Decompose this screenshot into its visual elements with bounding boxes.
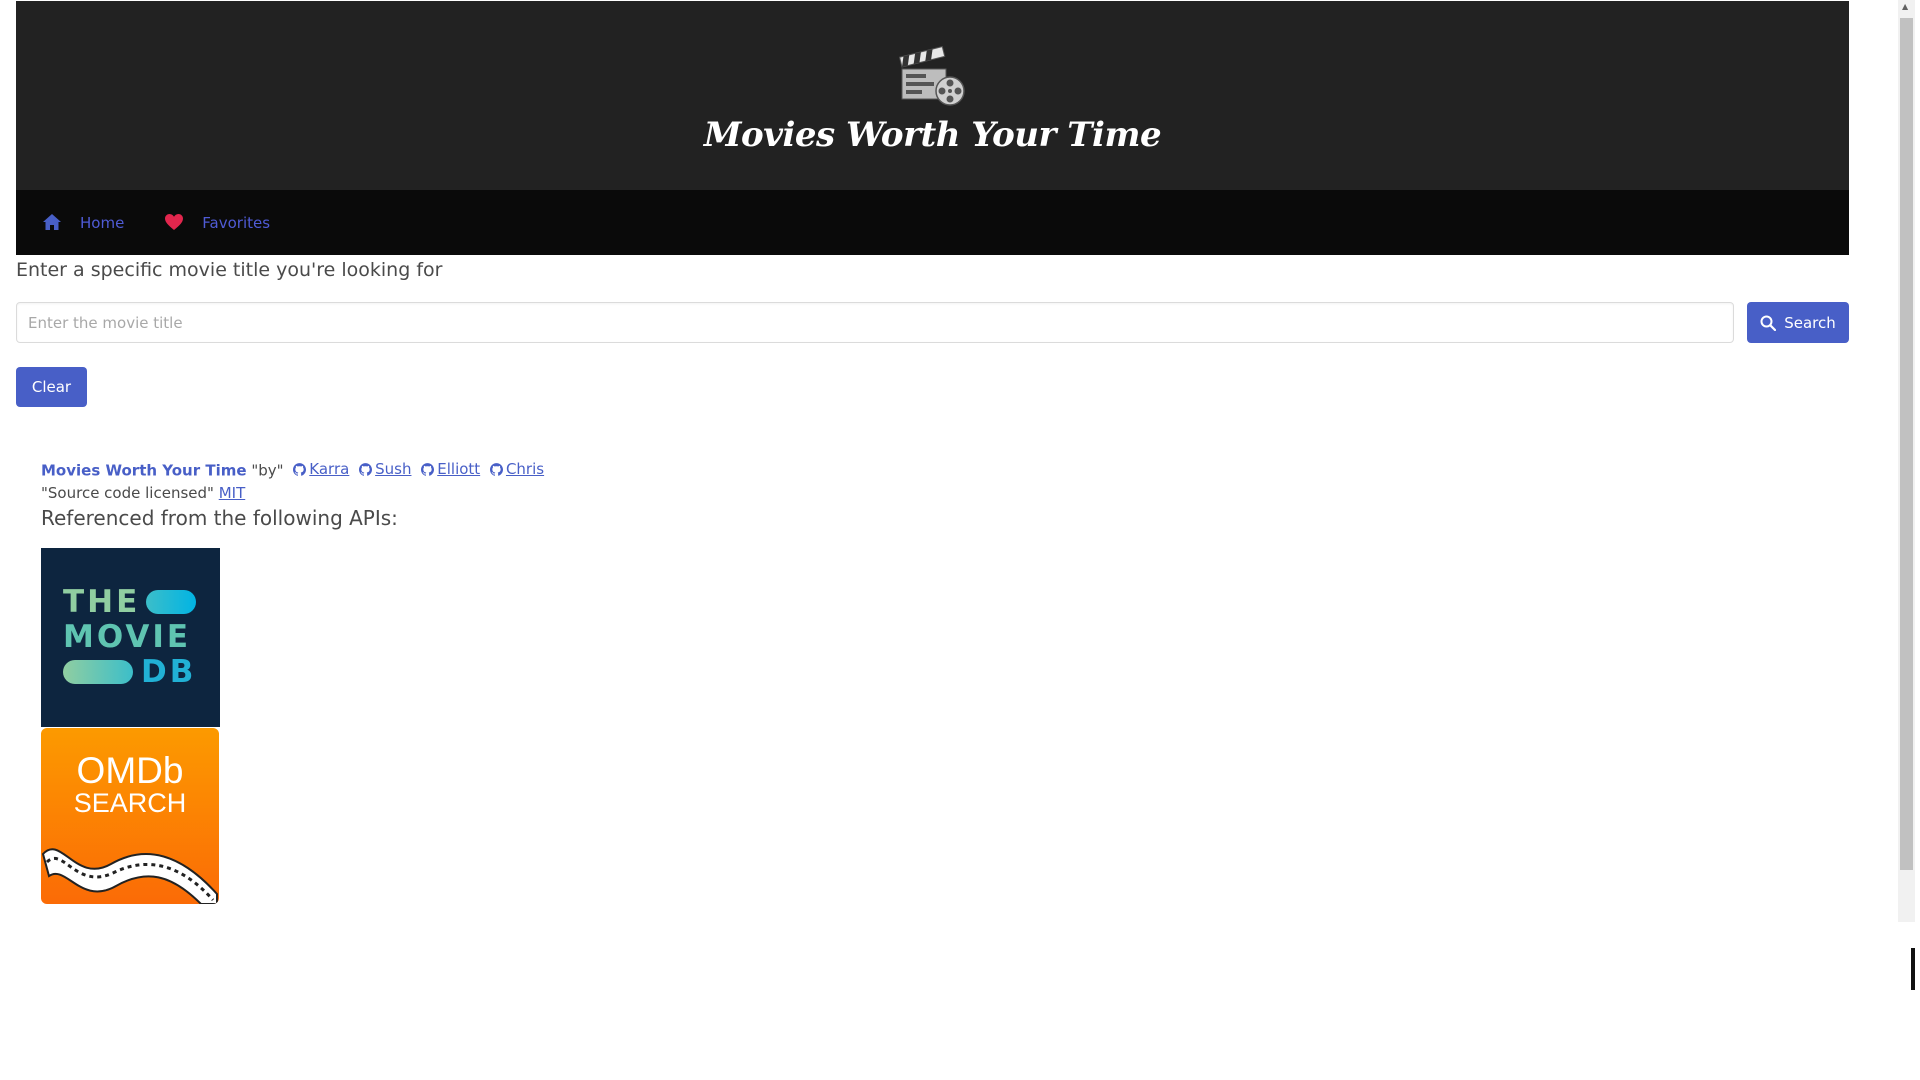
- movie-title-input[interactable]: [16, 302, 1734, 343]
- footer: Movies Worth Your Time "by" Karra Sush E…: [41, 459, 1849, 530]
- tmdb-logo-text: MOVIE: [63, 619, 192, 655]
- omdb-logo-title: OMDb: [76, 749, 184, 791]
- tmdb-pill: [146, 590, 197, 614]
- omdb-logo-subtitle: SEARCH: [73, 787, 187, 818]
- author-link-chris[interactable]: Chris: [489, 459, 545, 479]
- mit-license-link[interactable]: MIT: [219, 484, 246, 502]
- credits-line: Movies Worth Your Time "by" Karra Sush E…: [41, 459, 1849, 481]
- footer-brand: Movies Worth Your Time: [41, 461, 247, 480]
- author-link-karra[interactable]: Karra: [293, 459, 349, 479]
- scroll-up-arrow-icon[interactable]: ▲: [1902, 2, 1908, 11]
- search-button-label: Search: [1784, 313, 1836, 332]
- author-name: Elliott: [437, 460, 481, 478]
- api-logos: THE MOVIE DB OMDb SEARCH: [41, 547, 1849, 904]
- page: Movies Worth Your Time Home Favorites En…: [16, 1, 1849, 904]
- omdb-logo[interactable]: OMDb SEARCH: [41, 727, 219, 904]
- tmdb-logo-text: THE: [63, 584, 141, 620]
- license-text: "Source code licensed": [41, 483, 214, 502]
- tmdb-logo-line: THE: [63, 584, 220, 620]
- author-name: Chris: [505, 460, 545, 478]
- nav-item-favorites[interactable]: Favorites: [164, 213, 270, 233]
- site-title: Movies Worth Your Time: [703, 115, 1162, 155]
- scrollbar-thumb[interactable]: [1900, 18, 1913, 870]
- nav-label-home: Home: [80, 213, 125, 232]
- main-navbar: Home Favorites: [16, 190, 1849, 255]
- by-text: "by": [251, 461, 284, 480]
- github-icon: [489, 462, 503, 476]
- nav-item-home[interactable]: Home: [42, 213, 124, 233]
- edge-marker: [1911, 948, 1915, 990]
- author-link-elliott[interactable]: Elliott: [421, 459, 480, 479]
- clear-button[interactable]: Clear: [16, 367, 87, 407]
- heart-icon: [164, 213, 184, 233]
- vertical-scrollbar[interactable]: ▲: [1898, 0, 1915, 922]
- github-icon: [421, 462, 435, 476]
- search-button[interactable]: Search: [1747, 302, 1849, 343]
- home-icon: [42, 213, 62, 233]
- clapperboard-film-reel-icon: [898, 46, 965, 106]
- film-strip-icon: [41, 847, 218, 904]
- tmdb-logo-text: DB: [141, 654, 197, 690]
- author-name: Karra: [309, 460, 350, 478]
- nav-label-favorites: Favorites: [202, 213, 271, 232]
- search-icon: [1760, 315, 1777, 331]
- hero-header: Movies Worth Your Time: [16, 1, 1849, 190]
- search-prompt: Enter a specific movie title you're look…: [16, 259, 443, 281]
- license-line: "Source code licensed" MIT: [41, 481, 1849, 505]
- tmdb-logo-line: MOVIE: [63, 619, 220, 655]
- apis-heading: Referenced from the following APIs:: [41, 505, 398, 530]
- author-name: Sush: [375, 460, 412, 478]
- search-row: Search: [16, 302, 1849, 343]
- github-icon: [359, 462, 373, 476]
- tmdb-pill: [63, 660, 133, 684]
- tmdb-logo[interactable]: THE MOVIE DB: [41, 547, 220, 727]
- author-link-sush[interactable]: Sush: [359, 459, 411, 479]
- tmdb-logo-line: DB: [63, 654, 220, 690]
- github-icon: [293, 462, 307, 476]
